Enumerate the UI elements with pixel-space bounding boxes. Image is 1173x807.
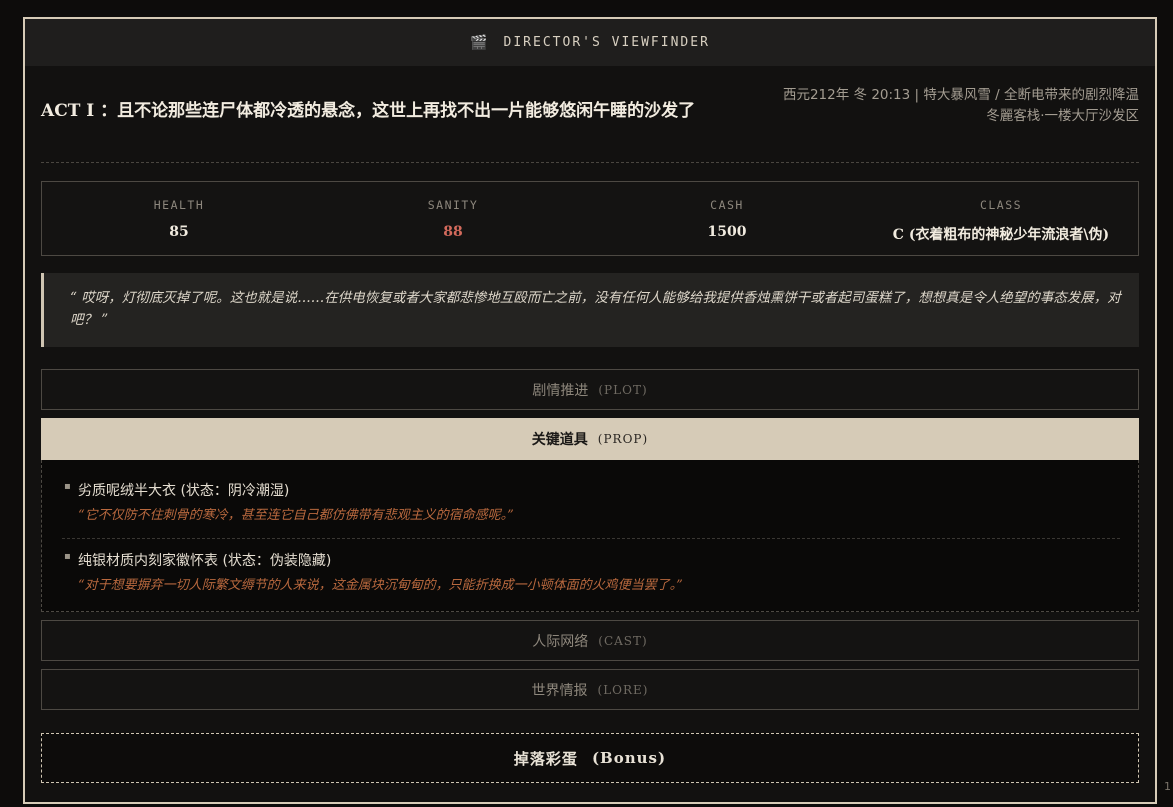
prop-name: 劣质呢绒半大衣 (状态：阴冷潮湿): [78, 483, 290, 499]
character-quote: “ 哎呀，灯彻底灭掉了呢。这也就是说……在供电恢复或者大家都悲惨地互殴而亡之前，…: [41, 273, 1139, 347]
tab-label-en: (CAST): [598, 633, 648, 648]
stat-label: CASH: [710, 198, 744, 212]
bonus-label: 掉落彩蛋: [513, 749, 578, 768]
list-item: ▪ 纯银材质内刻家徽怀表 (状态：伪装隐藏) “对于想要摒弃一切人际繁文缛节的人…: [62, 550, 1118, 597]
title-bar: 🎬 DIRECTOR'S VIEWFINDER: [25, 19, 1155, 66]
tab-label: 世界情报: [531, 682, 588, 699]
stat-value: 88: [443, 224, 463, 240]
tab-prop[interactable]: 关键道具 (PROP): [41, 418, 1139, 460]
tab-label: 剧情推进: [532, 382, 589, 399]
stat-value: C (衣着粗布的神秘少年流浪者\伪): [892, 227, 1110, 243]
tab-label-en: (PLOT): [598, 382, 648, 397]
tab-label: 人际网络: [532, 633, 589, 650]
scene-meta: 西元212年 冬 20:13 | 特大暴风雪 / 全断电带来的剧烈降温 冬麗客栈…: [739, 85, 1139, 127]
prop-name: 纯银材质内刻家徽怀表 (状态：伪装隐藏): [78, 553, 332, 569]
stat-value: 85: [169, 224, 189, 240]
stat-cash: CASH 1500: [590, 182, 864, 255]
bonus-label-en: (Bonus): [591, 749, 667, 767]
list-item: ▪ 劣质呢绒半大衣 (状态：阴冷潮湿) “它不仅防不住刺骨的寒冷，甚至连它自己都…: [62, 480, 1120, 539]
stat-label: SANITY: [427, 198, 479, 212]
stat-sanity: SANITY 88: [316, 182, 590, 255]
tab-label-en: (LORE): [597, 682, 649, 697]
prop-desc: “对于想要摒弃一切人际繁文缛节的人来说，这金属块沉甸甸的，只能折换成一小顿体面的…: [78, 578, 683, 593]
scroll-indicator: 1: [1164, 780, 1171, 793]
bullet-icon: ▪: [64, 481, 71, 492]
clapperboard-icon: 🎬: [470, 34, 490, 51]
scene-time-weather: 西元212年 冬 20:13 | 特大暴风雪 / 全断电带来的剧烈降温: [782, 87, 1139, 103]
tab-label-en: (PROP): [597, 432, 649, 446]
window-title: DIRECTOR'S VIEWFINDER: [503, 35, 710, 50]
tab-cast[interactable]: 人际网络 (CAST): [41, 620, 1139, 661]
scene-location: 冬麗客栈·一楼大厅沙发区: [986, 108, 1139, 124]
bullet-icon: ▪: [64, 551, 71, 562]
stat-value: 1500: [707, 224, 747, 240]
stat-label: HEALTH: [153, 198, 205, 212]
stat-class: CLASS C (衣着粗布的神秘少年流浪者\伪): [864, 182, 1138, 255]
stat-health: HEALTH 85: [42, 182, 316, 255]
stats-panel: HEALTH 85 SANITY 88 CASH 1500 CLASS C (衣…: [41, 181, 1139, 256]
scene-header: ACT I ：且不论那些连尸体都冷透的悬念，这世上再找不出一片能够悠闲午睡的沙发…: [41, 66, 1139, 163]
viewfinder-window: 🎬 DIRECTOR'S VIEWFINDER ACT I ：且不论那些连尸体都…: [23, 17, 1157, 804]
main-content: ACT I ：且不论那些连尸体都冷透的悬念，这世上再找不出一片能够悠闲午睡的沙发…: [41, 66, 1139, 783]
bonus-button[interactable]: 掉落彩蛋 (Bonus): [41, 733, 1139, 783]
prop-panel: ▪ 劣质呢绒半大衣 (状态：阴冷潮湿) “它不仅防不住刺骨的寒冷，甚至连它自己都…: [41, 460, 1139, 612]
stat-label: CLASS: [979, 198, 1023, 212]
prop-desc: “它不仅防不住刺骨的寒冷，甚至连它自己都仿佛带有悲观主义的宿命感呢。”: [78, 508, 514, 523]
act-title: ACT I ：且不论那些连尸体都冷透的悬念，这世上再找不出一片能够悠闲午睡的沙发…: [41, 101, 696, 121]
tab-lore[interactable]: 世界情报 (LORE): [41, 669, 1139, 710]
tab-label: 关键道具: [531, 432, 588, 448]
tab-plot[interactable]: 剧情推进 (PLOT): [41, 369, 1139, 410]
